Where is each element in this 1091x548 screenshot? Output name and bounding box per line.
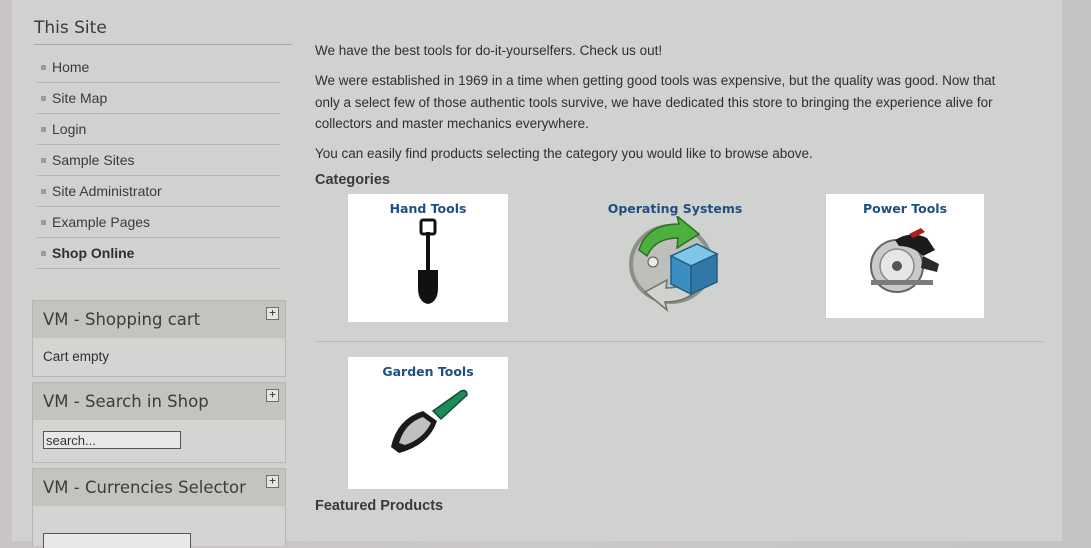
category-power-tools[interactable]: Power Tools <box>826 194 984 318</box>
expand-toggle-icon[interactable]: + <box>266 389 279 402</box>
categories-heading: Categories <box>315 172 390 188</box>
sidebar-title: This Site <box>34 18 292 45</box>
category-name[interactable]: Power Tools <box>826 201 984 216</box>
menu-item-label: Login <box>52 121 87 137</box>
browse-hint-text: You can easily find products selecting t… <box>315 146 813 161</box>
category-name[interactable]: Hand Tools <box>348 201 508 216</box>
module-title: VM - Currencies Selector <box>43 478 246 497</box>
module-header: VM - Shopping cart + <box>33 301 285 338</box>
menu-item-site-administrator[interactable]: Site Administrator <box>37 176 280 207</box>
category-operating-systems[interactable]: Operating Systems <box>605 194 745 322</box>
currency-body <box>33 506 285 548</box>
menu-item-label: Site Map <box>52 90 108 106</box>
trowel-icon <box>391 389 468 453</box>
module-title: VM - Shopping cart <box>43 310 201 329</box>
site-menu: Home Site Map Login Sample Sites Site Ad… <box>37 52 280 269</box>
menu-item-label: Example Pages <box>52 214 151 230</box>
menu-item-label: Home <box>52 59 90 75</box>
menu-item-label: Site Administrator <box>52 183 162 199</box>
bullet-icon <box>41 188 46 194</box>
category-divider <box>315 341 1043 342</box>
category-hand-tools[interactable]: Hand Tools <box>348 194 508 322</box>
module-title: VM - Search in Shop <box>43 392 209 411</box>
menu-item-label: Shop Online <box>52 245 135 261</box>
category-name[interactable]: Garden Tools <box>348 364 508 379</box>
expand-toggle-icon[interactable]: + <box>266 475 279 488</box>
circular-saw-icon <box>870 228 939 293</box>
software-package-icon <box>629 216 719 312</box>
menu-item-site-map[interactable]: Site Map <box>37 83 280 114</box>
shop-search-input[interactable] <box>43 431 181 449</box>
expand-toggle-icon[interactable]: + <box>266 307 279 320</box>
currencies-module: VM - Currencies Selector + <box>32 468 286 548</box>
bullet-icon <box>41 126 46 132</box>
module-header: VM - Search in Shop + <box>33 383 285 420</box>
featured-products-heading: Featured Products <box>315 498 444 514</box>
menu-item-login[interactable]: Login <box>37 114 280 145</box>
menu-item-example-pages[interactable]: Example Pages <box>37 207 280 238</box>
bullet-icon <box>41 95 46 101</box>
history-text: We were established in 1969 in a time wh… <box>315 73 996 131</box>
intro-text: We have the best tools for do-it-yoursel… <box>315 43 663 58</box>
menu-item-sample-sites[interactable]: Sample Sites <box>37 145 280 176</box>
menu-item-home[interactable]: Home <box>37 52 280 83</box>
category-name[interactable]: Operating Systems <box>605 201 745 216</box>
search-module: VM - Search in Shop + <box>32 382 286 463</box>
category-garden-tools[interactable]: Garden Tools <box>348 357 508 489</box>
shopping-cart-module: VM - Shopping cart + Cart empty <box>32 300 286 377</box>
bullet-icon <box>41 64 46 70</box>
menu-item-shop-online[interactable]: Shop Online <box>37 238 280 269</box>
bullet-icon <box>41 157 46 163</box>
page-container: This Site Home Site Map Login Sample Sit… <box>12 0 1062 548</box>
cart-status: Cart empty <box>33 338 285 376</box>
bullet-icon <box>41 250 46 256</box>
search-body <box>33 420 285 462</box>
module-header: VM - Currencies Selector + <box>33 469 285 506</box>
shovel-icon <box>418 218 438 304</box>
bullet-icon <box>41 219 46 225</box>
menu-item-label: Sample Sites <box>52 152 135 168</box>
